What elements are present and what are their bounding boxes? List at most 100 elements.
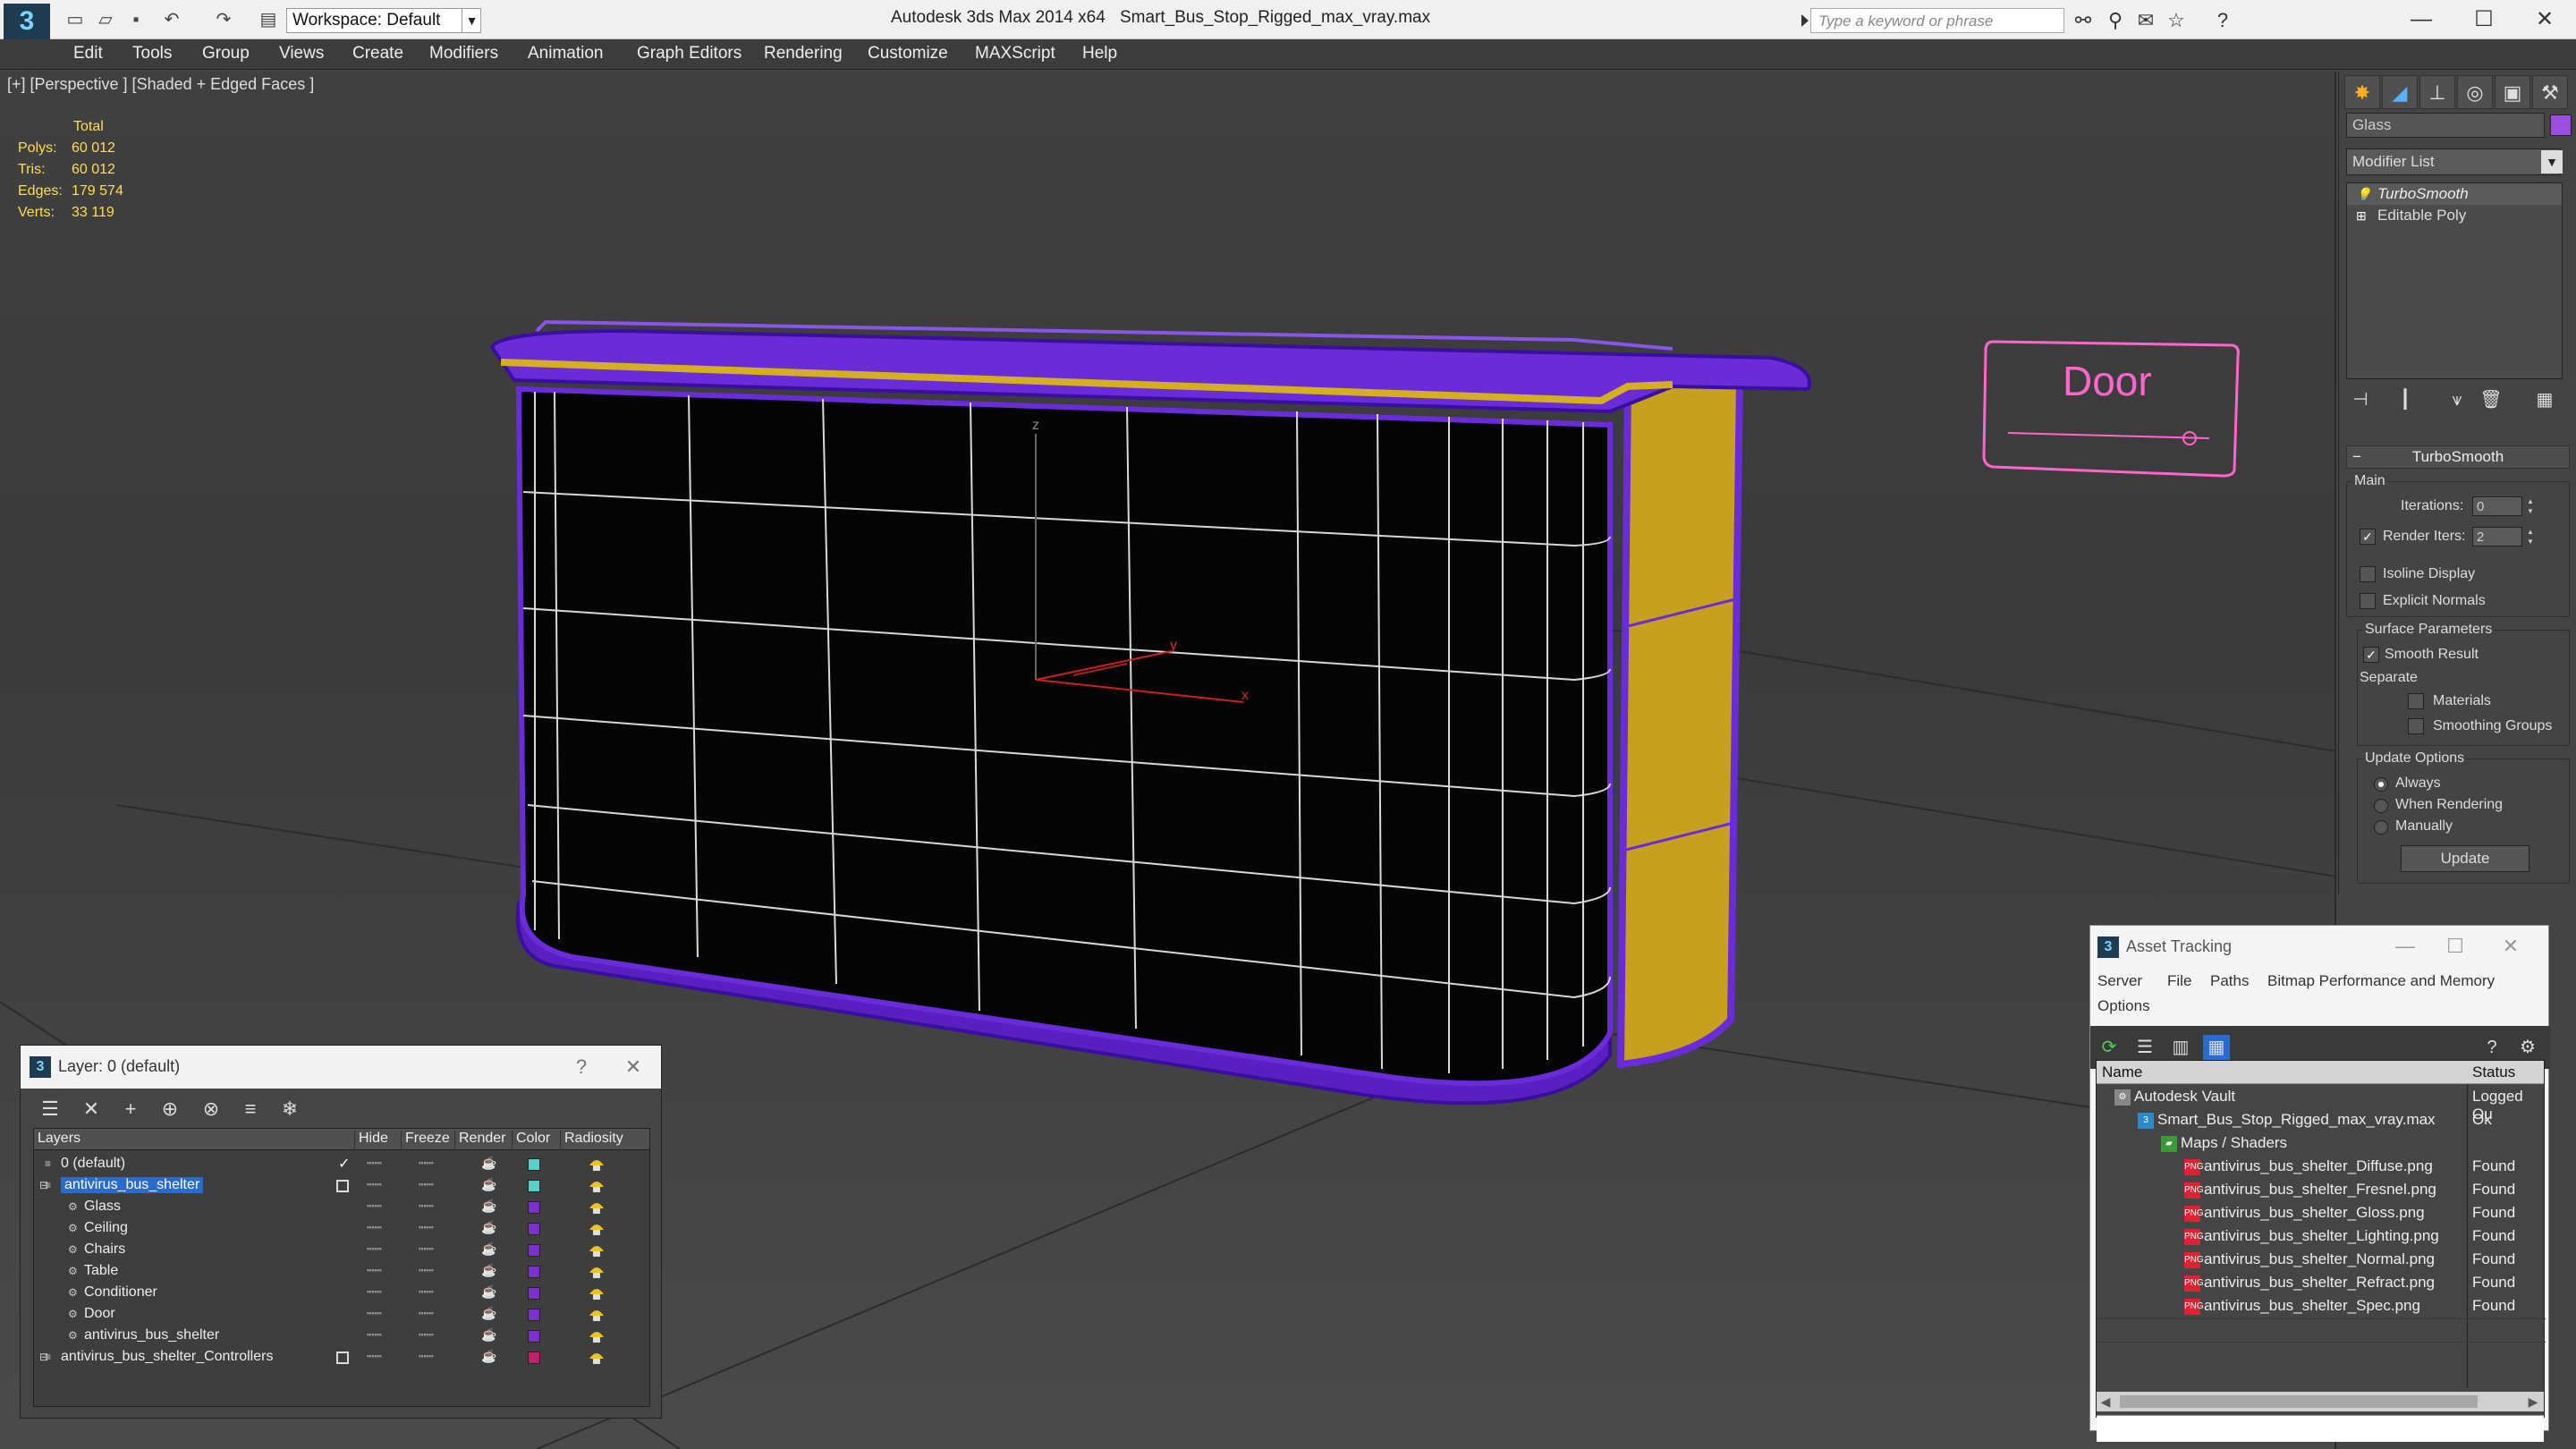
- configure-sets-icon[interactable]: ▦: [2530, 386, 2559, 413]
- asset-row[interactable]: 3 Smart_Bus_Stop_Rigged_max_vray.max Ok: [2097, 1109, 2546, 1132]
- layer-row[interactable]: ⚙ Glass ┅┅ ┅┅ ☕: [34, 1197, 651, 1218]
- hide-toggle[interactable]: ┅┅: [367, 1284, 382, 1300]
- help-icon[interactable]: ?: [2479, 1035, 2505, 1060]
- communication-icon[interactable]: ✉: [2132, 9, 2159, 32]
- stack-item-turbosmooth[interactable]: 💡 TurboSmooth: [2347, 183, 2562, 205]
- redo-icon[interactable]: ↷: [211, 9, 236, 30]
- search-expand-icon[interactable]: [1801, 14, 1809, 27]
- update-button[interactable]: Update: [2401, 845, 2529, 872]
- thumbnail-view-icon[interactable]: ▥: [2167, 1035, 2194, 1060]
- freeze-toggle[interactable]: ┅┅: [419, 1199, 434, 1214]
- maximize-icon[interactable]: ☐: [2437, 933, 2473, 960]
- viewport-label[interactable]: [+] [Perspective ] [Shaded + Edged Faces…: [7, 75, 314, 94]
- iterations-spinner[interactable]: 0: [2472, 496, 2522, 516]
- layer-color-swatch[interactable]: [528, 1201, 540, 1214]
- current-layer-check-icon[interactable]: ✓: [338, 1155, 350, 1173]
- horizontal-scrollbar[interactable]: ◀ ▶: [2097, 1392, 2544, 1411]
- delete-layer-icon[interactable]: ✕: [76, 1096, 106, 1123]
- radiosity-bulb-icon[interactable]: [587, 1176, 606, 1194]
- asset-row[interactable]: PNG antivirus_bus_shelter_Diffuse.png Foun…: [2097, 1156, 2546, 1179]
- asset-menu-server[interactable]: Server: [2097, 972, 2142, 990]
- render-teapot-icon[interactable]: ☕: [481, 1156, 496, 1171]
- save-file-icon[interactable]: ▪: [123, 9, 148, 30]
- highlight-layer-icon[interactable]: ⊗: [196, 1096, 226, 1123]
- minimize-icon[interactable]: —: [2392, 4, 2451, 36]
- hide-toggle[interactable]: ┅┅: [367, 1349, 382, 1364]
- manually-radio[interactable]: [2374, 820, 2388, 835]
- spinner-arrows-icon[interactable]: ▲ ▼: [2524, 496, 2537, 516]
- layer-color-swatch[interactable]: [528, 1309, 540, 1321]
- layer-row[interactable]: ≡ 0 (default) ✓ ┅┅ ┅┅ ☕: [34, 1154, 651, 1175]
- maximize-icon[interactable]: ☐: [2454, 4, 2513, 36]
- scrollbar-thumb[interactable]: [2120, 1395, 2478, 1408]
- menu-tools[interactable]: Tools: [132, 44, 172, 64]
- layer-name[interactable]: antivirus_bus_shelter: [84, 1327, 219, 1343]
- layer-row[interactable]: ⊟ ≡ antivirus_bus_shelter ┅┅ ┅┅ ☕: [34, 1175, 651, 1197]
- chevron-down-icon[interactable]: ▼: [462, 8, 481, 33]
- help-icon[interactable]: ?: [568, 1055, 595, 1080]
- col-radiosity[interactable]: Radiosity: [560, 1131, 623, 1150]
- layer-color-swatch[interactable]: [528, 1266, 540, 1278]
- layer-name[interactable]: Conditioner: [84, 1284, 157, 1301]
- render-teapot-icon[interactable]: ☕: [481, 1327, 496, 1343]
- layer-color-swatch[interactable]: [528, 1244, 540, 1257]
- freeze-toggle[interactable]: ┅┅: [419, 1263, 434, 1278]
- table-view-icon[interactable]: ▦: [2203, 1035, 2230, 1060]
- help-icon[interactable]: ?: [2209, 9, 2236, 32]
- object-color-swatch[interactable]: [2550, 114, 2572, 136]
- radiosity-bulb-icon[interactable]: [587, 1348, 606, 1366]
- col-freeze[interactable]: Freeze: [401, 1131, 450, 1150]
- materials-checkbox[interactable]: [2408, 693, 2424, 709]
- render-teapot-icon[interactable]: ☕: [481, 1177, 496, 1192]
- render-teapot-icon[interactable]: ☕: [481, 1349, 496, 1364]
- layer-name[interactable]: Door: [84, 1306, 115, 1322]
- scroll-right-icon[interactable]: ▶: [2524, 1392, 2542, 1411]
- smoothing-groups-checkbox[interactable]: [2408, 718, 2424, 734]
- render-teapot-icon[interactable]: ☕: [481, 1220, 496, 1235]
- asset-row[interactable]: PNG antivirus_bus_shelter_Fresnel.png Foun…: [2097, 1179, 2546, 1202]
- freeze-all-icon[interactable]: ❄: [275, 1096, 305, 1123]
- scroll-left-icon[interactable]: ◀: [2097, 1392, 2114, 1411]
- layer-name[interactable]: Glass: [84, 1199, 121, 1215]
- layer-color-swatch[interactable]: [528, 1287, 540, 1300]
- motion-tab-icon[interactable]: ◎: [2457, 75, 2493, 109]
- open-file-icon[interactable]: ▱: [93, 9, 118, 30]
- always-radio[interactable]: [2374, 777, 2388, 792]
- asset-row[interactable]: ⚙ Autodesk Vault Logged Ou: [2097, 1086, 2546, 1123]
- radiosity-bulb-icon[interactable]: [587, 1219, 606, 1237]
- layer-name[interactable]: Chairs: [84, 1241, 125, 1258]
- layer-row[interactable]: ⊟ ≡ antivirus_bus_shelter_Controllers ┅┅ ┅┅ ☕: [34, 1347, 651, 1368]
- layer-row[interactable]: ⚙ Door ┅┅ ┅┅ ☕: [34, 1304, 651, 1326]
- hide-all-icon[interactable]: ≡: [235, 1096, 266, 1123]
- rollout-title[interactable]: − TurboSmooth: [2346, 445, 2570, 469]
- layer-color-swatch[interactable]: [528, 1352, 540, 1364]
- layer-name[interactable]: antivirus_bus_shelter_Controllers: [61, 1349, 273, 1365]
- binoculars-icon[interactable]: ⚯: [2070, 9, 2097, 32]
- show-end-result-icon[interactable]: ┃: [2391, 386, 2419, 413]
- asset-menu-paths[interactable]: Paths: [2210, 972, 2249, 990]
- project-folder-icon[interactable]: ▤: [256, 9, 281, 30]
- stack-item-editable-poly[interactable]: ⊞ Editable Poly: [2347, 205, 2562, 226]
- render-teapot-icon[interactable]: ☕: [481, 1284, 496, 1300]
- col-status[interactable]: Status: [2472, 1063, 2515, 1081]
- layer-row[interactable]: ⚙ Ceiling ┅┅ ┅┅ ☕: [34, 1218, 651, 1240]
- smooth-result-checkbox[interactable]: ✓: [2363, 647, 2379, 663]
- asset-row[interactable]: PNG antivirus_bus_shelter_Normal.png Found: [2097, 1249, 2546, 1272]
- display-tab-icon[interactable]: ▣: [2495, 75, 2530, 109]
- menu-graph-editors[interactable]: Graph Editors: [637, 44, 741, 64]
- select-objects-icon[interactable]: ⊕: [155, 1096, 185, 1123]
- hide-toggle[interactable]: ┅┅: [367, 1263, 382, 1278]
- hide-toggle[interactable]: ┅┅: [367, 1327, 382, 1343]
- layer-row[interactable]: ⚙ Chairs ┅┅ ┅┅ ☕: [34, 1240, 651, 1261]
- render-iters-checkbox[interactable]: ✓: [2360, 529, 2376, 545]
- hide-toggle[interactable]: ┅┅: [367, 1177, 382, 1192]
- undo-icon[interactable]: ↶: [159, 9, 184, 30]
- menu-group[interactable]: Group: [202, 44, 250, 64]
- isoline-display-checkbox[interactable]: [2360, 566, 2376, 582]
- asset-row[interactable]: PNG antivirus_bus_shelter_Refract.png Foun…: [2097, 1272, 2546, 1295]
- settings-icon[interactable]: ⚙: [2514, 1035, 2541, 1060]
- utilities-tab-icon[interactable]: ⚒: [2532, 75, 2568, 109]
- menu-edit[interactable]: Edit: [73, 44, 103, 64]
- freeze-toggle[interactable]: ┅┅: [419, 1241, 434, 1257]
- menu-help[interactable]: Help: [1082, 44, 1117, 64]
